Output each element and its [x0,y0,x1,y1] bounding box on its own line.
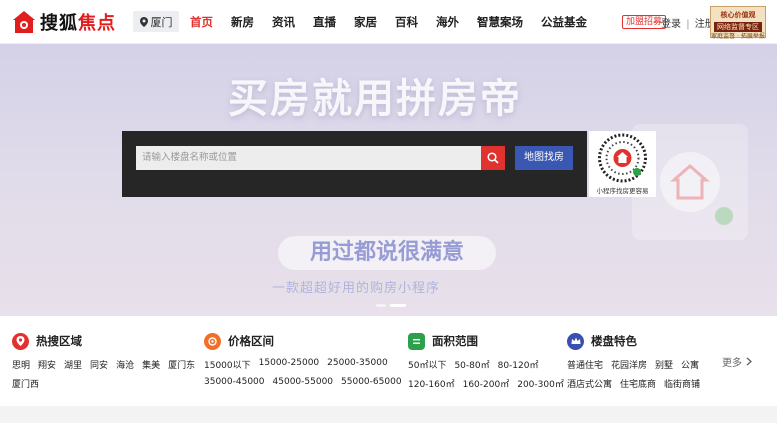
map-search-button[interactable]: 地图找房 [515,146,573,170]
filter-option[interactable]: 住宅底商 [620,377,656,390]
auth-separator: | [686,19,690,30]
nav-item-new-homes[interactable]: 新房 [231,14,263,30]
main-nav: 首页 新房 资讯 直播 家居 百科 海外 智慧案场 公益基金 [190,0,605,44]
page-bottom-strip [0,406,777,423]
filter-option[interactable]: 别墅 [655,358,673,371]
more-link[interactable]: 更多 [722,354,752,369]
filter-group-area: 面积范围 50㎡以下 50-80㎡ 80-120㎡ 120-160㎡ 160-2… [408,332,564,390]
price-tag-icon [204,332,221,350]
nav-item-charity-fund[interactable]: 公益基金 [541,14,596,30]
top-header: 搜狐焦点 厦门 首页 新房 资讯 直播 家居 百科 海外 智慧案场 公益基金 加… [0,0,777,44]
crown-icon [567,332,584,350]
nav-item-home-furnishing[interactable]: 家居 [354,14,386,30]
mini-program-qr[interactable]: 小程序找房更容易 [589,131,656,197]
filter-option[interactable]: 思明 [12,358,30,371]
nav-item-news[interactable]: 资讯 [272,14,304,30]
filter-option[interactable]: 160-200㎡ [463,377,510,390]
ad-line-1: 核心价值观 [720,11,756,19]
login-link[interactable]: 登录 [661,19,681,30]
house-logo-icon [12,10,36,34]
location-pin-icon [139,16,148,27]
filter-option[interactable]: 25000-35000 [327,358,388,369]
filter-option[interactable]: 120-160㎡ [408,377,455,390]
filter-group-price: 价格区间 15000以下 15000-25000 25000-35000 350… [204,332,402,388]
filter-section: 热搜区域 思明 翔安 湖里 同安 海沧 集美 厦门东 厦门西 价格区间 1500… [0,316,777,408]
search-icon [487,152,499,164]
hero-tagline: 一款超超好用的购房小程序 [272,281,441,296]
filter-title: 楼盘特色 [591,334,637,348]
filter-option[interactable]: 50㎡以下 [408,358,446,371]
filter-option[interactable]: 临街商铺 [664,377,700,390]
hero-title: 买房就用拼房帝 [228,76,522,122]
ad-line-3: 家庭监督 · 拓展举报 [711,33,765,40]
filter-title: 热搜区域 [36,334,82,348]
filter-option[interactable]: 花园洋房 [611,358,647,371]
carousel-dot[interactable] [376,304,386,307]
qr-caption: 小程序找房更容易 [596,187,649,195]
filter-title: 价格区间 [228,334,274,348]
search-input[interactable]: 请输入楼盘名称或位置 [136,146,481,170]
filter-option[interactable]: 翔安 [38,358,56,371]
filter-option[interactable]: 海沧 [116,358,134,371]
nav-item-home[interactable]: 首页 [190,14,222,30]
qr-code-icon [598,133,647,183]
logo-text-focus: 焦点 [78,13,116,34]
carousel-dot-active[interactable] [390,304,406,307]
logo-text-sohu: 搜狐 [40,13,78,34]
more-label: 更多 [722,358,742,369]
top-right-ad[interactable]: 核心价值观 网络监督专区 家庭监督 · 拓展举报 [710,6,766,40]
filter-option[interactable]: 同安 [90,358,108,371]
filter-option[interactable]: 厦门西 [12,377,39,390]
hero-subtitle: 用过都说很满意 [278,236,496,270]
filter-option[interactable]: 厦门东 [168,358,195,371]
nav-item-smart-sales[interactable]: 智慧案场 [477,14,532,30]
filter-group-hot-areas: 热搜区域 思明 翔安 湖里 同安 海沧 集美 厦门东 厦门西 [12,332,195,390]
carousel-indicators [376,304,406,307]
filter-option[interactable]: 200-300㎡ [517,377,564,390]
city-selector[interactable]: 厦门 [133,11,179,32]
filter-option[interactable]: 15000-25000 [259,358,320,369]
filter-option[interactable]: 酒店式公寓 [567,377,612,390]
search-button[interactable] [481,146,505,170]
filter-option[interactable]: 80-120㎡ [498,358,539,371]
nav-item-encyclopedia[interactable]: 百科 [395,14,427,30]
filter-option[interactable]: 15000以下 [204,358,251,371]
nav-item-live[interactable]: 直播 [313,14,345,30]
filter-option[interactable]: 湖里 [64,358,82,371]
filter-option[interactable]: 35000-45000 [204,377,265,388]
filter-option[interactable]: 45000-55000 [273,377,334,388]
filter-option[interactable]: 普通住宅 [567,358,603,371]
filter-group-features: 楼盘特色 普通住宅 花园洋房 别墅 公寓 酒店式公寓 住宅底商 临街商铺 [567,332,700,390]
area-icon [408,332,425,350]
filter-option[interactable]: 公寓 [681,358,699,371]
nav-item-overseas[interactable]: 海外 [436,14,468,30]
logo-text: 搜狐焦点 [40,9,116,35]
auth-links: 登录 | 注册 [661,15,715,30]
chevron-right-icon [746,357,752,366]
sohu-focus-logo[interactable]: 搜狐焦点 [12,9,116,35]
location-pin-icon [12,332,29,350]
filter-option[interactable]: 55000-65000 [341,377,402,388]
filter-title: 面积范围 [432,334,478,348]
filter-option[interactable]: 集美 [142,358,160,371]
filter-option[interactable]: 50-80㎡ [454,358,489,371]
ad-line-2: 网络监督专区 [714,22,762,32]
join-recruit-badge[interactable]: 加盟招募 [622,15,667,29]
city-label: 厦门 [150,15,173,29]
